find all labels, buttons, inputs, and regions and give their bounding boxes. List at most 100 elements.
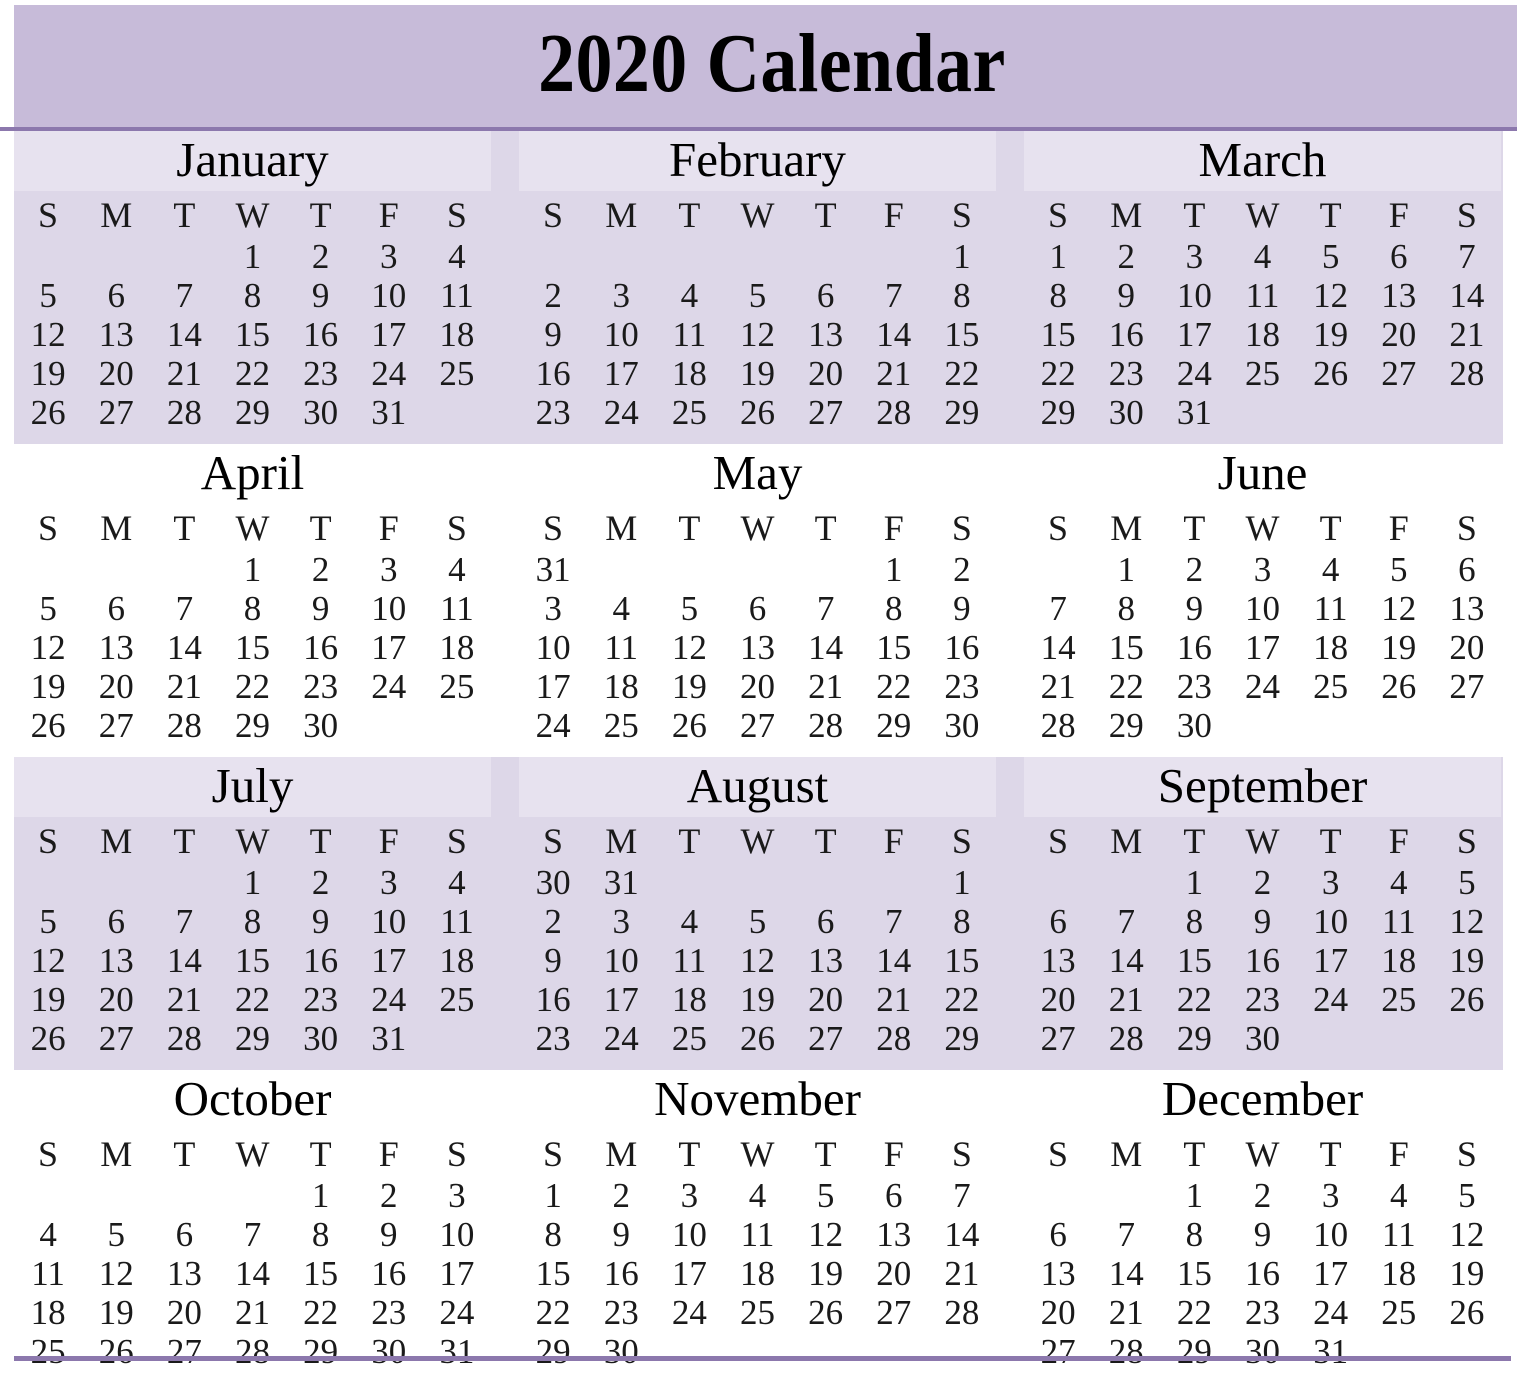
day-cell[interactable]: 21	[150, 980, 218, 1019]
day-cell[interactable]: 14	[218, 1254, 286, 1293]
day-cell[interactable]: 2	[1092, 237, 1160, 276]
day-cell[interactable]: 22	[928, 980, 996, 1019]
day-cell[interactable]: 20	[792, 354, 860, 393]
day-cell[interactable]: 10	[355, 276, 423, 315]
day-cell[interactable]: 19	[14, 980, 82, 1019]
day-cell[interactable]: 4	[655, 902, 723, 941]
day-cell[interactable]: 14	[860, 941, 928, 980]
day-cell[interactable]: 2	[519, 276, 587, 315]
day-cell[interactable]: 25	[587, 706, 655, 745]
day-cell[interactable]: 7	[860, 902, 928, 941]
day-cell[interactable]: 23	[1092, 354, 1160, 393]
day-cell[interactable]: 13	[723, 628, 791, 667]
day-cell[interactable]: 1	[218, 237, 286, 276]
day-cell[interactable]: 18	[14, 1293, 82, 1332]
day-cell[interactable]: 8	[860, 589, 928, 628]
day-cell[interactable]: 1	[287, 1176, 355, 1215]
day-cell[interactable]: 14	[860, 315, 928, 354]
day-cell[interactable]: 23	[1228, 1293, 1296, 1332]
day-cell[interactable]: 6	[1024, 902, 1092, 941]
day-cell[interactable]: 9	[287, 276, 355, 315]
day-cell[interactable]: 9	[287, 902, 355, 941]
day-cell[interactable]: 7	[1024, 589, 1092, 628]
day-cell[interactable]: 23	[287, 980, 355, 1019]
day-cell[interactable]: 14	[1092, 941, 1160, 980]
day-cell[interactable]: 20	[1024, 980, 1092, 1019]
day-cell[interactable]: 14	[928, 1215, 996, 1254]
day-cell[interactable]: 30	[287, 1019, 355, 1058]
day-cell[interactable]: 25	[14, 1332, 82, 1371]
day-cell[interactable]: 3	[519, 589, 587, 628]
day-cell[interactable]: 14	[792, 628, 860, 667]
day-cell[interactable]: 14	[150, 315, 218, 354]
day-cell[interactable]: 14	[150, 628, 218, 667]
day-cell[interactable]: 2	[1160, 550, 1228, 589]
day-cell[interactable]: 22	[928, 354, 996, 393]
day-cell[interactable]: 7	[792, 589, 860, 628]
day-cell[interactable]: 27	[792, 1019, 860, 1058]
day-cell[interactable]: 28	[150, 1019, 218, 1058]
day-cell[interactable]: 22	[519, 1293, 587, 1332]
day-cell[interactable]: 14	[1092, 1254, 1160, 1293]
day-cell[interactable]: 8	[287, 1215, 355, 1254]
day-cell[interactable]: 30	[355, 1332, 423, 1371]
day-cell[interactable]: 27	[723, 706, 791, 745]
day-cell[interactable]: 16	[587, 1254, 655, 1293]
day-cell[interactable]: 5	[82, 1215, 150, 1254]
day-cell[interactable]: 28	[860, 393, 928, 432]
day-cell[interactable]: 1	[860, 550, 928, 589]
day-cell[interactable]: 4	[1297, 550, 1365, 589]
day-cell[interactable]: 20	[82, 354, 150, 393]
day-cell[interactable]: 23	[287, 354, 355, 393]
day-cell[interactable]: 8	[218, 589, 286, 628]
day-cell[interactable]: 23	[928, 667, 996, 706]
day-cell[interactable]: 27	[1365, 354, 1433, 393]
day-cell[interactable]: 9	[1160, 589, 1228, 628]
day-cell[interactable]: 9	[928, 589, 996, 628]
day-cell[interactable]: 19	[655, 667, 723, 706]
day-cell[interactable]: 23	[587, 1293, 655, 1332]
day-cell[interactable]: 21	[928, 1254, 996, 1293]
day-cell[interactable]: 15	[218, 315, 286, 354]
day-cell[interactable]: 28	[1024, 706, 1092, 745]
day-cell[interactable]: 4	[423, 550, 491, 589]
day-cell[interactable]: 10	[1297, 902, 1365, 941]
day-cell[interactable]: 19	[1297, 315, 1365, 354]
day-cell[interactable]: 11	[14, 1254, 82, 1293]
day-cell[interactable]: 8	[519, 1215, 587, 1254]
day-cell[interactable]: 13	[150, 1254, 218, 1293]
day-cell[interactable]: 28	[860, 1019, 928, 1058]
day-cell[interactable]: 27	[82, 1019, 150, 1058]
day-cell[interactable]: 30	[1092, 393, 1160, 432]
day-cell[interactable]: 17	[355, 628, 423, 667]
day-cell[interactable]: 13	[1024, 1254, 1092, 1293]
day-cell[interactable]: 15	[1024, 315, 1092, 354]
day-cell[interactable]: 12	[1433, 1215, 1501, 1254]
day-cell[interactable]: 6	[82, 276, 150, 315]
day-cell[interactable]: 12	[14, 628, 82, 667]
day-cell[interactable]: 16	[1228, 941, 1296, 980]
day-cell[interactable]: 20	[860, 1254, 928, 1293]
day-cell[interactable]: 3	[1297, 863, 1365, 902]
day-cell[interactable]: 12	[1297, 276, 1365, 315]
day-cell[interactable]: 11	[423, 902, 491, 941]
day-cell[interactable]: 30	[928, 706, 996, 745]
day-cell[interactable]: 10	[519, 628, 587, 667]
day-cell[interactable]: 21	[1433, 315, 1501, 354]
day-cell[interactable]: 11	[655, 941, 723, 980]
day-cell[interactable]: 10	[587, 315, 655, 354]
day-cell[interactable]: 19	[14, 667, 82, 706]
day-cell[interactable]: 26	[723, 1019, 791, 1058]
day-cell[interactable]: 19	[1365, 628, 1433, 667]
day-cell[interactable]: 9	[1228, 1215, 1296, 1254]
day-cell[interactable]: 29	[1160, 1019, 1228, 1058]
day-cell[interactable]: 2	[287, 237, 355, 276]
day-cell[interactable]: 17	[355, 941, 423, 980]
day-cell[interactable]: 17	[1297, 941, 1365, 980]
day-cell[interactable]: 19	[723, 354, 791, 393]
day-cell[interactable]: 24	[355, 667, 423, 706]
day-cell[interactable]: 18	[1365, 941, 1433, 980]
day-cell[interactable]: 20	[723, 667, 791, 706]
day-cell[interactable]: 30	[1160, 706, 1228, 745]
day-cell[interactable]: 28	[150, 393, 218, 432]
